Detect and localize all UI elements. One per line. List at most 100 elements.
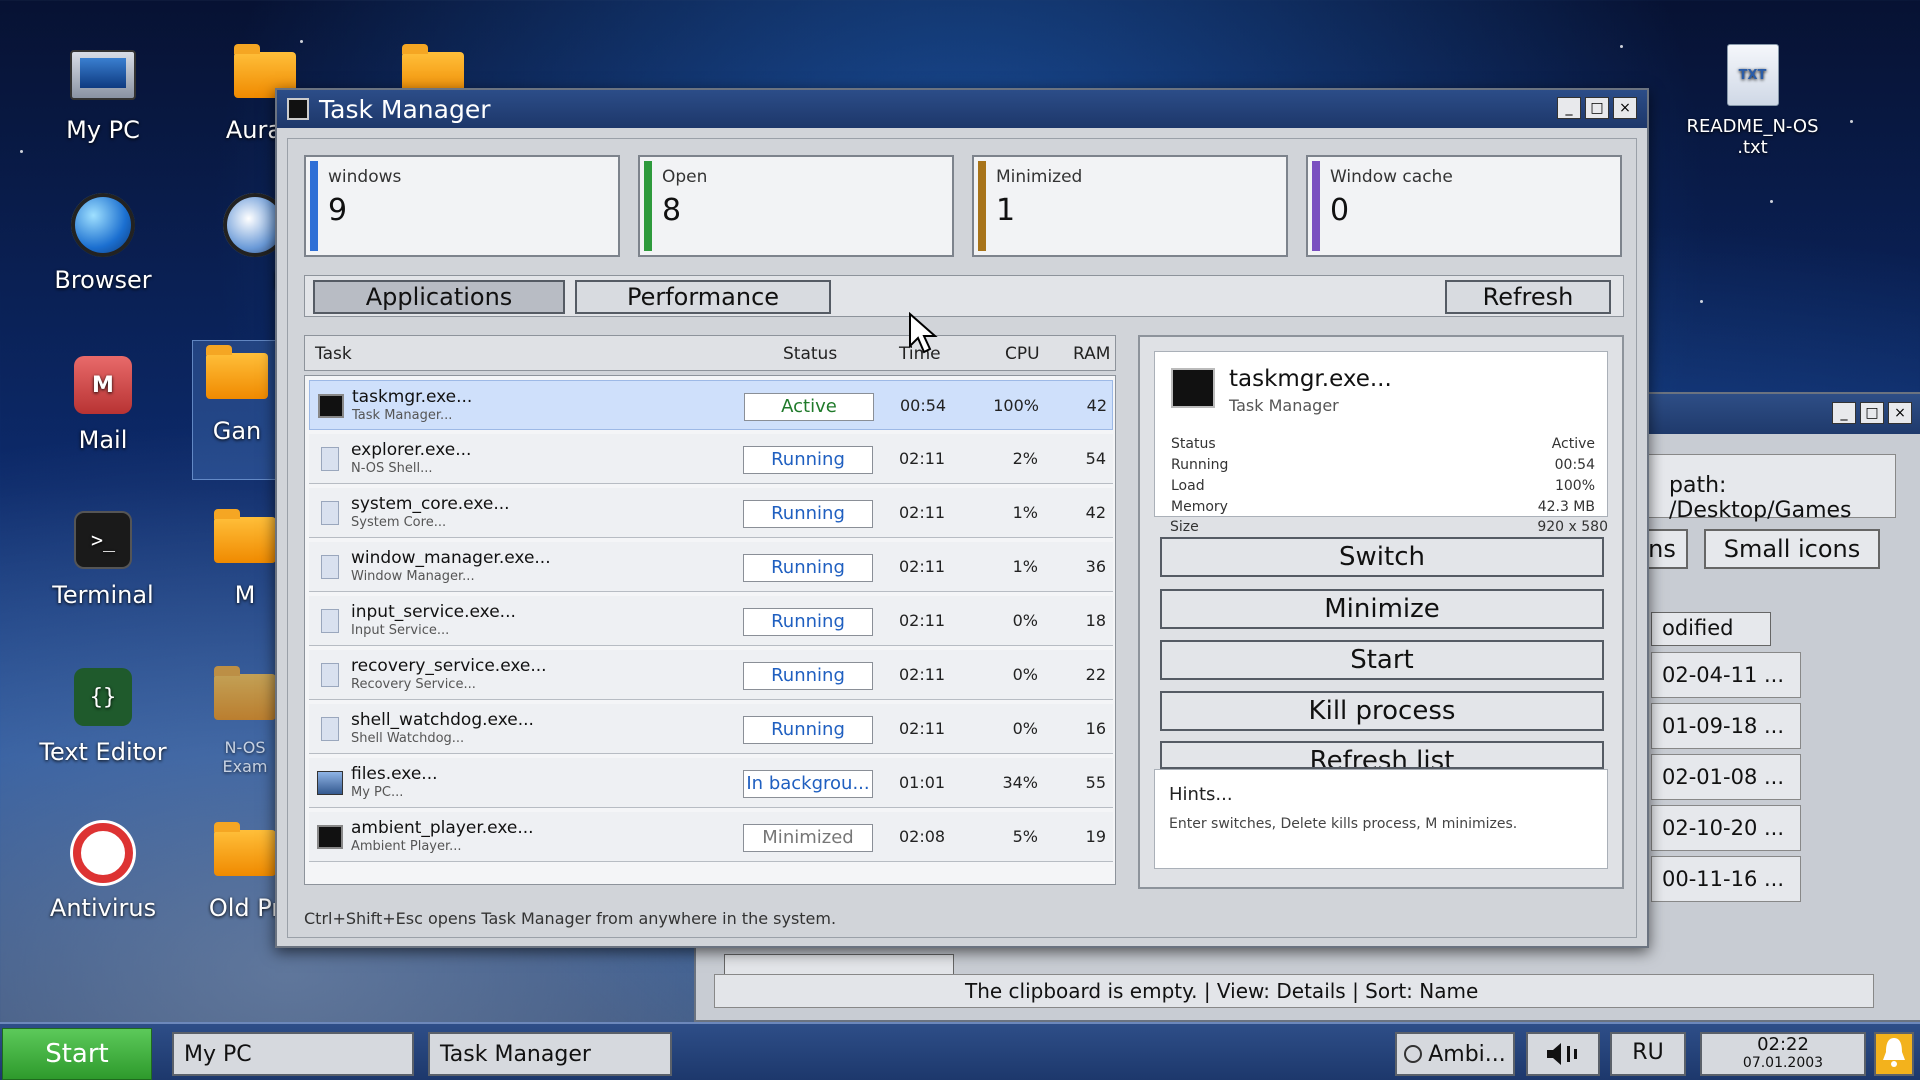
column-ram[interactable]: RAM (1073, 344, 1110, 364)
switch-button[interactable]: Switch (1160, 537, 1604, 577)
table-row[interactable]: window_manager.exe... Window Manager... Ru… (309, 542, 1113, 592)
table-row[interactable]: recovery_service.exe... Recovery Service.… (309, 650, 1113, 700)
process-cpu: 1% (1012, 557, 1038, 576)
process-subtitle: Task Manager (1229, 396, 1339, 415)
process-ram: 36 (1085, 557, 1106, 576)
card-accent (310, 161, 318, 251)
terminal-icon: >_ (68, 505, 138, 575)
desktop-icon-label: Antivirus (49, 894, 157, 922)
detail-row: Running 00:54 (1171, 457, 1595, 473)
detail-row: Size 920 x 580 (1170, 519, 1608, 535)
task-manager-body: windows 9 Open 8 Minimized 1 Window cach… (287, 138, 1637, 938)
list-item[interactable]: 02-04-11 ... (1651, 652, 1801, 698)
desktop-icon-mail[interactable]: M Mail (28, 350, 178, 454)
card-value: 0 (1330, 193, 1350, 228)
stat-card-windows: windows 9 (304, 155, 620, 257)
refresh-button[interactable]: Refresh (1445, 280, 1611, 314)
process-cpu: 2% (1012, 449, 1038, 468)
process-cpu: 34% (1002, 773, 1038, 792)
tab-performance[interactable]: Performance (575, 280, 831, 314)
start-button[interactable]: Start (1160, 640, 1604, 680)
process-description: N-OS Shell... (351, 461, 433, 476)
detail-row: Memory 42.3 MB (1171, 499, 1595, 515)
task-manager-titlebar[interactable]: Task Manager _ □ × (277, 90, 1647, 128)
language-indicator[interactable]: RU (1610, 1032, 1686, 1076)
process-name: ambient_player.exe... (351, 818, 534, 838)
desktop-icon-my-pc[interactable]: My PC (28, 40, 178, 144)
process-description: Input Service... (351, 623, 450, 638)
folder-icon (210, 818, 280, 888)
desktop-icon-terminal[interactable]: >_ Terminal (28, 505, 178, 609)
process-name: system_core.exe... (351, 494, 510, 514)
antivirus-icon (68, 818, 138, 888)
notification-bell-icon[interactable] (1874, 1032, 1914, 1076)
txt-file-icon: TXT (1718, 40, 1788, 110)
close-icon[interactable]: × (1888, 402, 1912, 424)
detail-row: Status Active (1171, 436, 1595, 452)
process-cpu: 5% (1012, 827, 1038, 846)
column-cpu[interactable]: CPU (1005, 344, 1040, 364)
minimize-button[interactable]: Minimize (1160, 589, 1604, 629)
table-row[interactable]: shell_watchdog.exe... Shell Watchdog... Ru… (309, 704, 1113, 754)
column-task[interactable]: Task (315, 344, 352, 364)
maximize-icon[interactable]: □ (1585, 97, 1609, 119)
desktop-icon-readme[interactable]: TXT README_N-OS .txt (1680, 40, 1825, 158)
clock-time: 02:22 (1757, 1034, 1809, 1055)
status-bar: The clipboard is empty. | View: Details … (714, 974, 1874, 1008)
clock[interactable]: 02:22 07.01.2003 (1700, 1032, 1866, 1076)
view-button-small-icons[interactable]: Small icons (1704, 529, 1880, 569)
folder-icon (202, 341, 272, 411)
card-value: 1 (996, 193, 1016, 228)
detail-row: Load 100% (1171, 478, 1595, 494)
task-manager-icon (287, 98, 309, 120)
table-row[interactable]: system_core.exe... System Core... Running 0… (309, 488, 1113, 538)
minimize-icon[interactable]: _ (1832, 402, 1856, 424)
window-title: Task Manager (319, 94, 491, 124)
list-item[interactable]: 02-10-20 ... (1651, 805, 1801, 851)
table-row[interactable]: taskmgr.exe... Task Manager... Active 00:54… (309, 380, 1113, 430)
desktop-icon-browser[interactable]: Browser (28, 190, 178, 294)
taskbar-item-my-pc[interactable]: My PC (172, 1032, 414, 1076)
refresh-list-button[interactable]: Refresh list (1160, 741, 1604, 769)
task-manager-window[interactable]: Task Manager _ □ × windows 9 Open 8 Mini… (275, 88, 1649, 948)
taskbar-item-task-manager[interactable]: Task Manager (428, 1032, 672, 1076)
process-cpu: 0% (1012, 719, 1038, 738)
table-row[interactable]: explorer.exe... N-OS Shell... Running 02:11… (309, 434, 1113, 484)
list-item[interactable]: 01-09-18 ... (1651, 703, 1801, 749)
desktop-icon-antivirus[interactable]: Antivirus (28, 818, 178, 922)
process-description: System Core... (351, 515, 447, 530)
table-row[interactable]: ambient_player.exe... Ambient Player... Mi… (309, 812, 1113, 862)
card-accent (1312, 161, 1320, 251)
speaker-icon[interactable] (1526, 1032, 1600, 1076)
table-row[interactable]: files.exe... My PC... In backgrou... 01:01 3… (309, 758, 1113, 808)
tab-applications[interactable]: Applications (313, 280, 565, 314)
card-label: windows (328, 167, 402, 187)
taskbar-item-ambient[interactable]: Ambi... (1395, 1032, 1515, 1076)
folder-icon (210, 662, 280, 732)
column-status[interactable]: Status (783, 344, 837, 364)
status-badge: Running (743, 608, 873, 636)
process-name: shell_watchdog.exe... (351, 710, 534, 730)
document-icon (321, 447, 339, 471)
list-item[interactable]: 02-01-08 ... (1651, 754, 1801, 800)
desktop-icon-games[interactable]: Gan (192, 340, 282, 480)
status-badge: Running (743, 500, 873, 528)
process-ram: 55 (1085, 773, 1106, 792)
column-modified[interactable]: odified (1651, 612, 1771, 646)
desktop-icon-label: My PC (66, 116, 140, 144)
hints-box: Hints... Enter switches, Delete kills pr… (1154, 769, 1608, 869)
start-button[interactable]: Start (2, 1028, 152, 1080)
list-item[interactable]: 00-11-16 ... (1651, 856, 1801, 902)
text-editor-icon: {} (68, 662, 138, 732)
maximize-icon[interactable]: □ (1860, 402, 1884, 424)
status-badge: Running (743, 446, 873, 474)
desktop-icon-text-editor[interactable]: {} Text Editor (28, 662, 178, 766)
close-icon[interactable]: × (1613, 97, 1637, 119)
table-row[interactable]: input_service.exe... Input Service... Runn… (309, 596, 1113, 646)
kill-process-button[interactable]: Kill process (1160, 691, 1604, 731)
minimize-icon[interactable]: _ (1557, 97, 1581, 119)
document-icon (321, 663, 339, 687)
process-cpu: 1% (1012, 503, 1038, 522)
process-cpu: 0% (1012, 611, 1038, 630)
process-description: My PC... (351, 785, 404, 800)
